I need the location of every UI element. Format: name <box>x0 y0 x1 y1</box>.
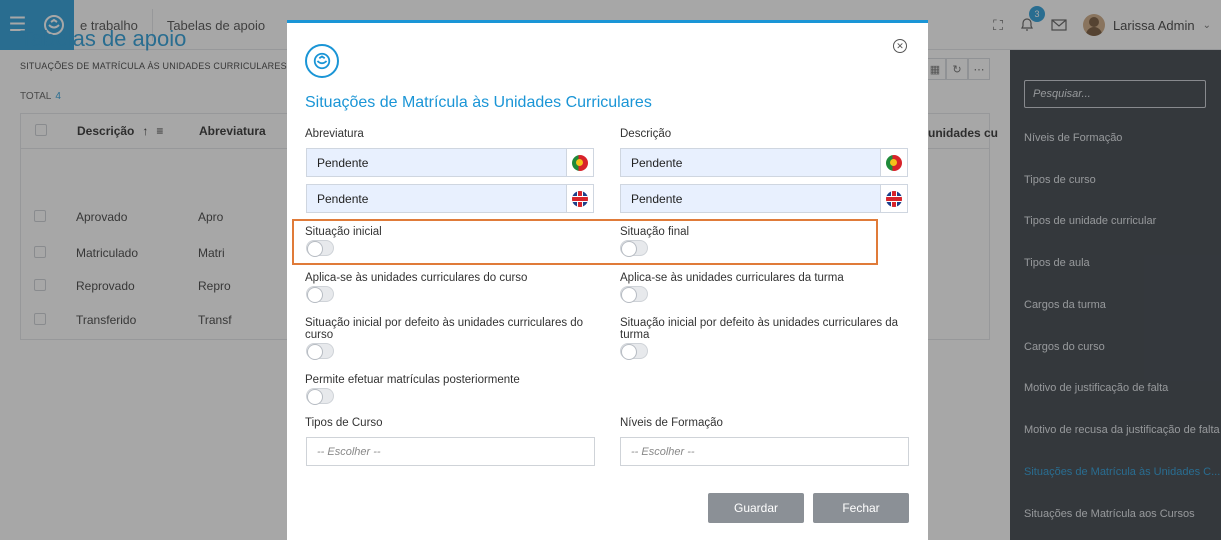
abreviatura-label: Abreviatura <box>305 128 364 140</box>
modal-title: Situações de Matrícula às Unidades Curri… <box>305 94 652 111</box>
modal-logo-icon <box>305 44 339 78</box>
close-button[interactable]: Fechar <box>813 493 909 523</box>
inicial-defeito-curso-label: Situação inicial por defeito às unidades… <box>305 317 584 341</box>
niveis-formacao-label: Níveis de Formação <box>620 417 723 429</box>
tipos-curso-select[interactable]: -- Escolher -- <box>306 437 595 466</box>
inicial-defeito-curso-toggle[interactable] <box>306 343 334 360</box>
descricao-pt-field[interactable]: Pendente <box>620 148 882 177</box>
save-button[interactable]: Guardar <box>708 493 804 523</box>
permite-posterior-toggle[interactable] <box>306 388 334 405</box>
situacao-final-label: Situação final <box>620 226 690 238</box>
inicial-defeito-turma-toggle[interactable] <box>620 343 648 360</box>
niveis-formacao-select[interactable]: -- Escolher -- <box>620 437 909 466</box>
tipos-curso-label: Tipos de Curso <box>305 417 383 429</box>
abreviatura-en-field[interactable]: Pendente <box>306 184 568 213</box>
descricao-label: Descrição <box>620 128 672 140</box>
flag-pt-icon <box>566 148 594 177</box>
situacao-inicial-toggle[interactable] <box>306 240 334 257</box>
aplica-turma-toggle[interactable] <box>620 286 648 303</box>
flag-uk-icon <box>880 184 908 213</box>
aplica-turma-label: Aplica-se às unidades curriculares da tu… <box>620 272 844 284</box>
inicial-defeito-turma-label: Situação inicial por defeito às unidades… <box>620 317 899 341</box>
flag-uk-icon <box>566 184 594 213</box>
aplica-curso-label: Aplica-se às unidades curriculares do cu… <box>305 272 528 284</box>
aplica-curso-toggle[interactable] <box>306 286 334 303</box>
permite-posterior-label: Permite efetuar matrículas posteriorment… <box>305 374 520 386</box>
close-icon[interactable]: ✕ <box>893 39 907 53</box>
abreviatura-pt-field[interactable]: Pendente <box>306 148 568 177</box>
situacao-inicial-label: Situação inicial <box>305 226 382 238</box>
flag-pt-icon <box>880 148 908 177</box>
descricao-en-field[interactable]: Pendente <box>620 184 882 213</box>
situacao-final-toggle[interactable] <box>620 240 648 257</box>
